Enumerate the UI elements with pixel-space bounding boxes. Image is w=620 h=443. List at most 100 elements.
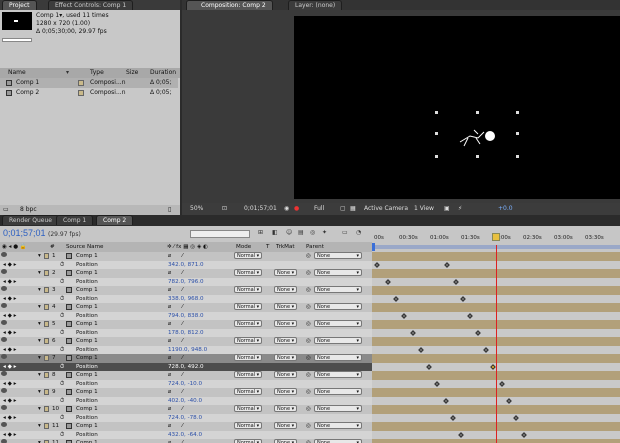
project-item-comp1[interactable]: Comp 1 Composi...n Δ 0;05; [0,78,178,88]
keyframe-nav-icon[interactable]: ◂ ◆ ▸ [3,431,16,440]
keyframe[interactable] [513,414,520,421]
view-layout-dropdown[interactable]: 1 View [414,203,434,215]
parent-dropdown[interactable]: None ▾ [314,422,362,429]
layer-row[interactable]: ▾ 3 Comp 1 ⌀ ⁄ Normal ▾ None ▾ ◎ None ▾ [0,286,372,295]
shy-switch-icon[interactable]: ⌀ [168,320,171,329]
visibility-eye-icon[interactable] [1,320,7,325]
pickwhip-icon[interactable]: ◎ [306,371,311,380]
visibility-eye-icon[interactable] [1,439,7,443]
layer-name[interactable]: Comp 1 [76,439,98,443]
position-value[interactable]: 728.0, 492.0 [168,363,204,372]
tab-comp-2[interactable]: Comp 2 [96,215,134,225]
exposure-offset[interactable]: +0.0 [498,203,513,215]
layer-row[interactable]: ▾ 11 Comp 1 ⌀ ⁄ Normal ▾ None ▾ ◎ None ▾ [0,439,372,443]
col-source-name[interactable]: Source Name [66,242,104,252]
label-color-swatch[interactable] [44,372,49,378]
shy-switch-icon[interactable]: ⌀ [168,354,171,363]
mode-dropdown[interactable]: Normal ▾ [234,337,263,344]
mode-dropdown[interactable]: Normal ▾ [234,252,263,259]
expand-triangle-icon[interactable]: ▾ [38,337,41,346]
property-row[interactable]: ◂ ◆ ▸ ⏱ Position 1190.0, 948.0 [0,345,372,355]
keyframe-nav-icon[interactable]: ◂ ◆ ▸ [3,278,16,287]
property-row[interactable]: ◂ ◆ ▸ ⏱ Position 728.0, 492.0 [0,362,372,372]
keyframe[interactable] [498,380,505,387]
keyframe-nav-icon[interactable]: ◂ ◆ ▸ [3,261,16,270]
property-row[interactable]: ◂ ◆ ▸ ⏱ Position 724.0, -10.0 [0,379,372,389]
visibility-eye-icon[interactable] [1,422,7,427]
shy-switch-icon[interactable]: ⌀ [168,439,171,443]
layer-name[interactable]: Comp 1 [76,269,98,278]
trkmat-dropdown[interactable]: None ▾ [274,286,298,293]
brainstorm-icon[interactable]: ✦ [322,229,327,236]
tab-effect-controls[interactable]: Effect Controls: Comp 1 [48,0,134,10]
region-icon[interactable]: ▢ [340,203,346,215]
property-row[interactable]: ◂ ◆ ▸ ⏱ Position 342.0, 871.0 [0,260,372,270]
stopwatch-icon[interactable]: ⏱ [60,363,64,372]
project-search-bar[interactable] [2,38,32,42]
col-size[interactable]: Size [126,68,138,78]
project-item-comp2[interactable]: Comp 2 Composi...n Δ 0;05; [0,88,178,98]
layer-name[interactable]: Comp 1 [76,320,98,329]
stopwatch-icon[interactable]: ⏱ [60,431,64,440]
keyframe[interactable] [460,295,466,302]
stopwatch-icon[interactable]: ⏱ [60,295,64,304]
layer-name[interactable]: Comp 1 [76,286,98,295]
expand-triangle-icon[interactable]: ▾ [38,269,41,278]
keyframe[interactable] [418,346,424,353]
keyframe-nav-icon[interactable]: ◂ ◆ ▸ [3,380,16,389]
keyframe-nav-icon[interactable]: ◂ ◆ ▸ [3,363,16,372]
collapse-switch-icon[interactable]: ⁄ [182,320,183,329]
shy-switch-icon[interactable]: ⌀ [168,269,171,278]
stopwatch-icon[interactable]: ⏱ [60,397,64,406]
label-color-swatch[interactable] [44,304,49,310]
collapse-switch-icon[interactable]: ⁄ [182,337,183,346]
collapse-switch-icon[interactable]: ⁄ [182,405,183,414]
expand-triangle-icon[interactable]: ▾ [38,422,41,431]
keyframe[interactable] [442,397,449,404]
parent-dropdown[interactable]: None ▾ [314,354,362,361]
label-color-swatch[interactable] [44,253,49,259]
expand-triangle-icon[interactable]: ▾ [38,405,41,414]
collapse-switch-icon[interactable]: ⁄ [182,269,183,278]
collapse-switch-icon[interactable]: ⁄ [182,286,183,295]
property-row[interactable]: ◂ ◆ ▸ ⏱ Position 338.0, 968.0 [0,294,372,304]
expand-triangle-icon[interactable]: ▾ [38,303,41,312]
layer-row[interactable]: ▾ 9 Comp 1 ⌀ ⁄ Normal ▾ None ▾ ◎ None ▾ [0,388,372,397]
resolution-dropdown[interactable]: Full [314,203,324,215]
property-row[interactable]: ◂ ◆ ▸ ⏱ Position 402.0, -40.0 [0,396,372,406]
trkmat-dropdown[interactable]: None ▾ [274,337,298,344]
position-value[interactable]: 724.0, -78.0 [168,414,202,423]
mode-dropdown[interactable]: Normal ▾ [234,320,263,327]
visibility-eye-icon[interactable] [1,405,7,410]
trkmat-dropdown[interactable]: None ▾ [274,269,298,276]
mode-dropdown[interactable]: Normal ▾ [234,405,263,412]
layer-name[interactable]: Comp 1 [76,405,98,414]
camera-snapshot-icon[interactable]: ⊡ [222,203,227,215]
draft-3d-icon[interactable]: ◧ [272,229,278,236]
position-value[interactable]: 432.0, -64.0 [168,431,202,440]
label-color-swatch[interactable] [44,321,49,327]
layer-name[interactable]: Comp 1 [76,354,98,363]
parent-dropdown[interactable]: None ▾ [314,371,362,378]
shy-switch-icon[interactable]: ⌀ [168,405,171,414]
position-value[interactable]: 342.0, 871.0 [168,261,204,270]
layer-row[interactable]: ▾ 7 Comp 1 ⌀ ⁄ Normal ▾ None ▾ ◎ None ▾ [0,354,372,363]
keyframe-nav-icon[interactable]: ◂ ◆ ▸ [3,295,16,304]
visibility-eye-icon[interactable] [1,388,7,393]
pickwhip-icon[interactable]: ◎ [306,286,311,295]
label-color-swatch[interactable] [44,287,49,293]
motion-blur-icon[interactable]: ◎ [310,229,315,236]
col-type[interactable]: Type [90,68,104,78]
layer-row[interactable]: ▾ 1 Comp 1 ⌀ ⁄ Normal ▾ ◎ None ▾ [0,252,372,261]
keyframe[interactable] [458,431,465,438]
parent-dropdown[interactable]: None ▾ [314,303,362,310]
keyframe-nav-icon[interactable]: ◂ ◆ ▸ [3,346,16,355]
shy-switch-icon[interactable]: ⌀ [168,303,171,312]
tab-comp-1[interactable]: Comp 1 [56,215,94,225]
label-color-swatch[interactable] [44,270,49,276]
layer-name[interactable]: Comp 1 [76,337,98,346]
graph-editor-icon[interactable]: ▭ [342,229,348,236]
pickwhip-icon[interactable]: ◎ [306,303,311,312]
timeline-current-time[interactable]: 0;01;57;01 [3,228,46,238]
pickwhip-icon[interactable]: ◎ [306,354,311,363]
